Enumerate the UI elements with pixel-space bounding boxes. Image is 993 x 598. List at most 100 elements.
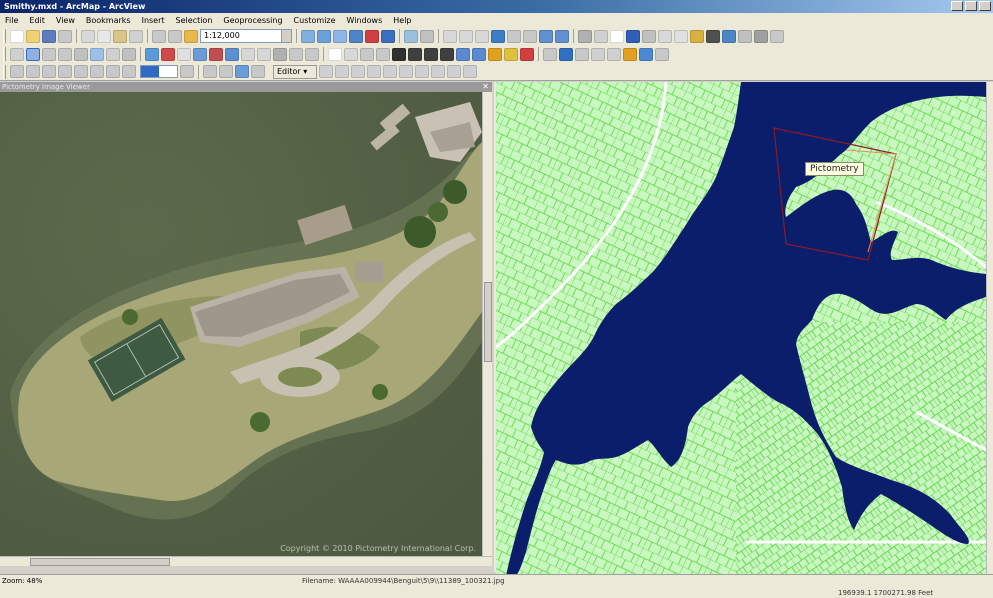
fixed-zoom-out-icon[interactable] <box>523 29 537 43</box>
close-button[interactable] <box>979 1 991 11</box>
layout-back-icon[interactable] <box>122 65 136 78</box>
arctoolbox-icon[interactable] <box>365 29 379 43</box>
editor-toolbar-icon[interactable] <box>301 29 315 43</box>
help-pointer-icon[interactable] <box>420 29 434 43</box>
new-document-icon[interactable] <box>10 29 24 43</box>
focus-frame-icon[interactable] <box>219 65 233 78</box>
map-vertical-scrollbar[interactable] <box>986 82 993 576</box>
full-extent-icon[interactable] <box>491 29 505 43</box>
zoom-out-icon[interactable] <box>459 29 473 43</box>
viewer-vertical-scrollbar[interactable] <box>482 92 492 556</box>
copy-icon[interactable] <box>97 29 111 43</box>
contrast-icon[interactable] <box>241 47 255 61</box>
menu-view[interactable]: View <box>55 16 76 25</box>
hyperlink-icon[interactable] <box>642 29 656 43</box>
change-layout-icon[interactable] <box>235 65 249 78</box>
open-folder-icon[interactable] <box>26 29 40 43</box>
redo-icon[interactable] <box>168 29 182 43</box>
transparency-icon[interactable] <box>225 47 239 61</box>
maximize-button[interactable] <box>965 1 977 11</box>
select-features-icon[interactable] <box>578 29 592 43</box>
scroll-thumb[interactable] <box>30 558 170 566</box>
layout-zoom-in-icon[interactable] <box>10 65 24 78</box>
hand-tool-icon[interactable] <box>42 47 56 61</box>
delete-icon[interactable] <box>129 29 143 43</box>
close-icon[interactable]: ✕ <box>482 82 489 92</box>
parcel-map[interactable] <box>496 82 986 576</box>
image-south-icon[interactable] <box>408 47 422 61</box>
sync-view-icon[interactable] <box>655 47 669 61</box>
text-tool-icon[interactable] <box>177 47 191 61</box>
paste-icon[interactable] <box>113 29 127 43</box>
export-icon[interactable] <box>344 47 358 61</box>
create-features-icon[interactable] <box>431 65 445 78</box>
rotate-feature-icon[interactable] <box>383 65 397 78</box>
clear-selection-icon[interactable] <box>594 29 608 43</box>
page-layout-icon[interactable] <box>74 47 88 61</box>
zoom-100-icon[interactable] <box>74 65 88 78</box>
table-of-contents-icon[interactable] <box>317 29 331 43</box>
search-icon[interactable] <box>122 47 136 61</box>
pencil-icon[interactable] <box>543 47 557 61</box>
legend-icon[interactable] <box>305 47 319 61</box>
layout-pan-icon[interactable] <box>42 65 56 78</box>
minimize-button[interactable] <box>951 1 963 11</box>
print-icon[interactable] <box>58 29 72 43</box>
attributes-icon[interactable] <box>399 65 413 78</box>
measure-distance-icon[interactable] <box>575 47 589 61</box>
fixed-zoom-in-icon[interactable] <box>507 29 521 43</box>
edit-tool-icon[interactable] <box>10 47 24 61</box>
flicker-icon[interactable] <box>209 47 223 61</box>
cut-polygon-icon[interactable] <box>351 65 365 78</box>
bearing-icon[interactable] <box>623 47 637 61</box>
save-icon[interactable] <box>42 29 56 43</box>
toolbar-grip[interactable] <box>3 29 6 43</box>
layout-toggle-icon[interactable] <box>180 65 194 78</box>
viewer-horizontal-scrollbar[interactable] <box>0 556 492 566</box>
data-driven-pages-icon[interactable] <box>251 65 265 78</box>
image-north-icon[interactable] <box>392 47 406 61</box>
layout-fixed-zoom-out-icon[interactable] <box>106 65 120 78</box>
next-image-icon[interactable] <box>504 47 518 61</box>
layout-zoom-field[interactable] <box>140 65 178 78</box>
find-icon[interactable] <box>690 29 704 43</box>
search-window-icon[interactable] <box>349 29 363 43</box>
zoom-whole-page-icon[interactable] <box>58 65 72 78</box>
north-arrow-icon[interactable] <box>273 47 287 61</box>
add-data-icon[interactable] <box>184 29 198 43</box>
map-scale-combobox[interactable]: 1:12,000 <box>200 29 292 43</box>
create-viewer-window-icon[interactable] <box>754 29 768 43</box>
image-east-icon[interactable] <box>424 47 438 61</box>
pan-icon[interactable] <box>475 29 489 43</box>
measure-icon[interactable] <box>674 29 688 43</box>
menu-file[interactable]: File <box>4 16 19 25</box>
reshape-icon[interactable] <box>335 65 349 78</box>
magnifier-tool-icon[interactable] <box>90 47 104 61</box>
blank-page-icon[interactable] <box>328 47 342 61</box>
rotate-tool-icon[interactable] <box>106 47 120 61</box>
menu-geoprocessing[interactable]: Geoprocessing <box>222 16 283 25</box>
layout-fixed-zoom-in-icon[interactable] <box>90 65 104 78</box>
menu-edit[interactable]: Edit <box>28 16 46 25</box>
python-window-icon[interactable] <box>381 29 395 43</box>
toolbar-grip[interactable] <box>3 64 6 79</box>
split-icon[interactable] <box>367 65 381 78</box>
aerial-image[interactable]: Copyright © 2010 Pictometry Internationa… <box>0 92 482 556</box>
sketch-icon[interactable] <box>376 47 390 61</box>
oblique-view-icon[interactable] <box>456 47 470 61</box>
edit-vertices-icon[interactable] <box>319 65 333 78</box>
sketch-properties-icon[interactable] <box>415 65 429 78</box>
go-forward-icon[interactable] <box>555 29 569 43</box>
model-builder-icon[interactable] <box>404 29 418 43</box>
catalog-icon[interactable] <box>333 29 347 43</box>
pictometry-toolbar-icon[interactable] <box>770 29 784 43</box>
location-icon[interactable] <box>639 47 653 61</box>
go-to-xy-icon[interactable] <box>722 29 736 43</box>
undo-icon[interactable] <box>152 29 166 43</box>
go-back-icon[interactable] <box>539 29 553 43</box>
editor-menu[interactable]: Editor ▾ <box>273 64 317 79</box>
topology-icon[interactable] <box>463 65 477 78</box>
draft-mode-icon[interactable] <box>203 65 217 78</box>
select-tool-icon[interactable] <box>26 47 40 61</box>
measure-area-icon[interactable] <box>591 47 605 61</box>
